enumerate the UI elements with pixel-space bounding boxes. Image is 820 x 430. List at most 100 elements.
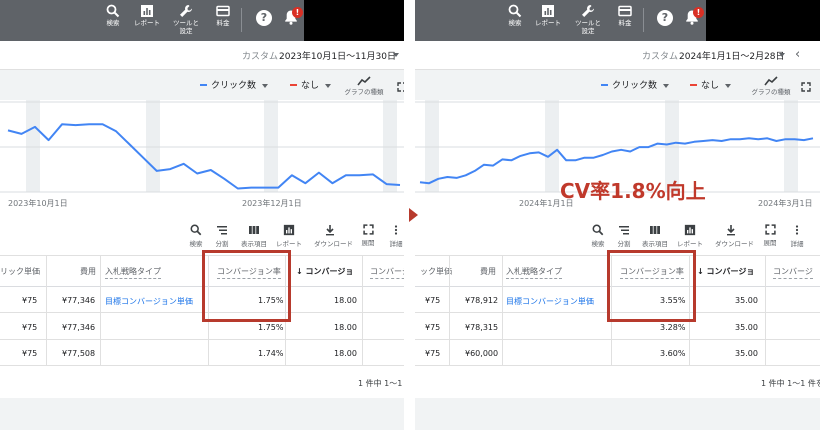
cell-conversions: 18.00 <box>334 349 357 358</box>
columns-button[interactable]: 表示項目 <box>238 224 270 248</box>
graph-type-button[interactable]: グラフの種類 <box>749 76 793 96</box>
chevron-left-icon[interactable]: ‹ <box>795 47 800 62</box>
topbar-separator <box>643 8 644 32</box>
table-reports-button[interactable]: レポート <box>674 224 706 248</box>
cell-cpc: ¥75 <box>425 349 441 358</box>
header-conv-value[interactable]: コンバージ <box>773 266 813 279</box>
cell-cost: ¥78,315 <box>465 323 499 332</box>
reports-button[interactable]: レポート <box>527 4 569 27</box>
more-icon <box>795 225 799 235</box>
billing-button[interactable]: 料金 <box>604 4 646 27</box>
columns-icon <box>249 226 259 234</box>
details-button[interactable]: 詳細 <box>781 224 813 248</box>
weekend-band <box>264 100 278 192</box>
header-bid-strategy[interactable]: 入札戦略タイプ <box>105 266 161 279</box>
details-button[interactable]: 詳細 <box>380 224 404 248</box>
pagination-text: 1 件中 1〜1 <box>358 379 403 388</box>
tool-columns-label: 表示項目 <box>241 240 267 248</box>
cell-cost: ¥60,000 <box>465 349 499 358</box>
metric-selector-1[interactable]: クリック数 <box>200 78 269 91</box>
download-icon <box>326 225 334 236</box>
header-conv-value[interactable]: コンバージ <box>370 266 404 279</box>
search-icon <box>508 4 522 18</box>
header-cost[interactable]: 費用 <box>80 266 96 277</box>
cell-cpc: ¥75 <box>425 323 441 332</box>
clicks-series-line <box>7 123 401 190</box>
search-icon <box>190 224 202 236</box>
tool-download-label: ダウンロード <box>715 240 754 248</box>
cell-conversions: 18.00 <box>334 296 357 305</box>
graph-type-icon <box>764 76 778 86</box>
tools-label-1: ツールと <box>575 19 601 27</box>
cell-conv-rate: 1.75% <box>258 323 284 332</box>
graph-type-button[interactable]: グラフの種類 <box>342 76 386 96</box>
header-conversions[interactable]: ↓ コンバージョ <box>296 266 353 277</box>
segment-button[interactable]: 分割 <box>206 224 238 248</box>
table-row[interactable]: ¥75 ¥77,508 1.74% 18.00 <box>0 340 404 366</box>
billing-label: 料金 <box>618 19 632 27</box>
reports-icon <box>283 224 295 236</box>
top-bar: 検索 レポート ツールと 設定 料金 ? ! <box>0 0 404 41</box>
before-panel: 検索 レポート ツールと 設定 料金 ? ! カスタム 2023年10月1日〜1… <box>0 0 404 430</box>
chevron-down-icon <box>325 83 332 88</box>
weekend-band <box>545 100 559 192</box>
weekend-band <box>784 100 798 192</box>
help-icon[interactable]: ? <box>256 10 272 26</box>
metric2-label: なし <box>301 81 320 91</box>
table-reports-button[interactable]: レポート <box>273 224 305 248</box>
help-icon[interactable]: ? <box>657 10 673 26</box>
tools-button[interactable]: ツールと 設定 <box>165 4 207 35</box>
sort-arrow-icon: ↓ <box>697 267 707 276</box>
cell-conv-rate: 1.74% <box>258 349 284 358</box>
header-cost[interactable]: 費用 <box>480 266 496 277</box>
cell-cpc: ¥75 <box>425 296 441 305</box>
filter-icon <box>619 226 629 235</box>
date-range-value[interactable]: 2024年1月1日〜2月28日 <box>679 49 785 62</box>
date-range-dropdown-icon[interactable] <box>779 53 785 57</box>
cell-conv-rate: 3.60% <box>660 349 686 358</box>
billing-label: 料金 <box>216 19 230 27</box>
performance-chart: クリック数 なし グラフの種類 展開 2023年10月1日 2023年12月1日 <box>0 70 404 220</box>
date-range-prefix: カスタム <box>642 52 679 62</box>
search-icon <box>106 4 120 18</box>
metric1-swatch <box>200 83 207 86</box>
sort-arrow-icon: ↓ <box>296 267 306 276</box>
header-conversions[interactable]: ↓ コンバージョ <box>697 266 754 277</box>
comparison-arrow <box>409 208 418 222</box>
cell-conversions: 18.00 <box>334 323 357 332</box>
metric2-swatch <box>290 83 297 86</box>
cell-conversions: 35.00 <box>735 296 758 305</box>
date-range-value[interactable]: 2023年10月1日〜11月30日 <box>279 49 396 62</box>
header-bid-strategy[interactable]: 入札戦略タイプ <box>506 266 562 279</box>
tool-download-label: ダウンロード <box>314 240 353 248</box>
billing-button[interactable]: 料金 <box>202 4 244 27</box>
header-conversions-label: コンバージョ <box>305 267 354 276</box>
reports-button[interactable]: レポート <box>126 4 168 27</box>
table-row[interactable]: ¥75 ¥60,000 3.60% 35.00 <box>415 340 820 366</box>
cell-cpc: ¥75 <box>22 349 38 358</box>
metric-selector-2[interactable]: なし <box>290 78 332 91</box>
cell-bid-strategy-link[interactable]: 目標コンバージョン単価 <box>105 296 193 307</box>
metric-selector-2[interactable]: なし <box>690 78 732 91</box>
improvement-callout: CV率1.8%向上 <box>560 179 706 203</box>
tools-button[interactable]: ツールと 設定 <box>567 4 609 35</box>
metric2-swatch <box>690 83 697 86</box>
tool-details-label: 詳細 <box>389 240 403 248</box>
highlight-box-after <box>607 250 696 322</box>
wrench-icon <box>180 5 192 17</box>
download-button[interactable]: ダウンロード <box>314 224 353 248</box>
metric1-swatch <box>601 83 608 86</box>
header-cpc[interactable]: ック単価 <box>420 266 452 277</box>
cell-bid-strategy-link[interactable]: 目標コンバージョン単価 <box>506 296 594 307</box>
weekend-band <box>26 100 40 192</box>
tools-label-1: ツールと <box>173 19 199 27</box>
date-range-dropdown-icon[interactable] <box>393 53 399 57</box>
chevron-down-icon <box>262 83 269 88</box>
redacted-account <box>706 0 820 41</box>
header-cpc[interactable]: リック単価 <box>0 266 40 277</box>
metric-selector-1[interactable]: クリック数 <box>601 78 670 91</box>
columns-button[interactable]: 表示項目 <box>639 224 671 248</box>
billing-icon <box>216 5 230 17</box>
segment-button[interactable]: 分割 <box>608 224 640 248</box>
download-button[interactable]: ダウンロード <box>715 224 754 248</box>
